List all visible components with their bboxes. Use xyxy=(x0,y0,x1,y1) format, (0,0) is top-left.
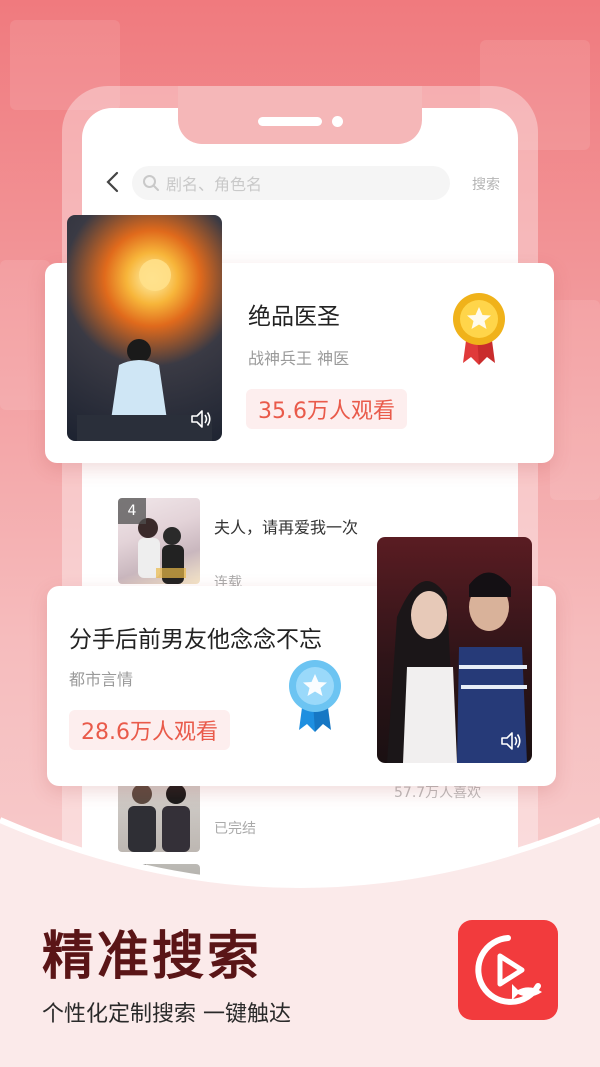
sound-icon[interactable] xyxy=(189,408,213,430)
card-views: 28.6万人观看 xyxy=(69,710,230,750)
back-arrow-icon[interactable] xyxy=(102,170,124,194)
featured-poster-middle[interactable] xyxy=(377,537,532,763)
phone-notch xyxy=(178,86,422,144)
background-tile xyxy=(0,260,50,410)
card-views: 35.6万人观看 xyxy=(246,389,407,429)
search-icon xyxy=(143,175,159,191)
play-fish-logo-icon xyxy=(475,935,542,1005)
search-input[interactable]: 剧名、角色名 xyxy=(132,166,450,200)
gold-medal-icon xyxy=(453,293,505,365)
search-placeholder: 剧名、角色名 xyxy=(166,175,263,194)
card-title: 分手后前男友他念念不忘 xyxy=(69,627,322,653)
background-tile xyxy=(550,300,600,500)
list-item-thumbnail: 4 xyxy=(118,498,200,584)
card-genre: 都市言情 xyxy=(69,670,134,689)
search-button[interactable]: 搜索 xyxy=(472,174,500,194)
list-item-title: 夫人，请再爱我一次 xyxy=(214,518,359,537)
card-title: 绝品医圣 xyxy=(248,304,340,330)
rank-badge: 4 xyxy=(118,498,146,524)
app-logo xyxy=(458,920,558,1020)
card-genre: 战神兵王 神医 xyxy=(248,349,350,368)
sound-icon[interactable] xyxy=(499,730,523,752)
blue-medal-icon xyxy=(289,660,341,732)
featured-poster-top[interactable] xyxy=(67,215,222,441)
promo-subline: 个性化定制搜索 一键触达 xyxy=(42,1002,291,1027)
promo-headline: 精准搜索 xyxy=(42,927,263,987)
phone-speaker xyxy=(258,117,322,126)
phone-camera xyxy=(332,116,343,127)
